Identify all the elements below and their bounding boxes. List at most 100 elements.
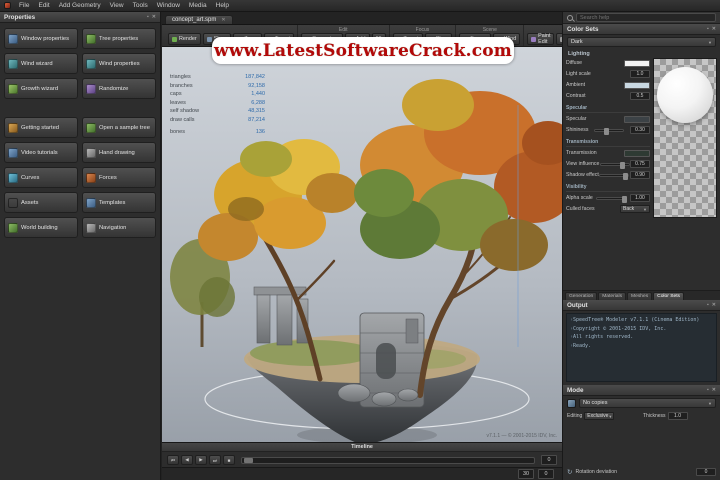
editing-dropdown[interactable]: Exclusive ▼ xyxy=(584,412,615,420)
sample-tree-icon xyxy=(86,122,96,133)
tab-color-sets[interactable]: Color Sets xyxy=(653,292,685,300)
help-search-input[interactable] xyxy=(576,13,716,22)
menu-file[interactable]: File xyxy=(15,1,33,10)
mode-title: Mode xyxy=(567,386,584,394)
viewport-caption: v7.1.1 — © 2001-2015 IDV, Inc. xyxy=(486,433,558,439)
panel-spacer xyxy=(563,223,720,290)
panel-close-icon[interactable]: ✕ xyxy=(712,387,716,393)
templates-button[interactable]: Templates xyxy=(82,192,156,213)
growth-wizard-icon xyxy=(8,83,18,94)
panel-pin-icon[interactable]: ▪ xyxy=(707,302,709,308)
ambient-color-swatch[interactable] xyxy=(624,81,650,89)
panel-pin-icon[interactable]: ▪ xyxy=(707,387,709,393)
timeline-scrubber[interactable] xyxy=(241,456,535,464)
properties-panel-header: Properties ▪ ✕ xyxy=(0,12,160,23)
search-icon xyxy=(567,14,573,21)
viewport-3d[interactable]: triangles 187,842 branches 92,158 caps 1,44… xyxy=(162,47,562,442)
status-strip: 30 0 xyxy=(162,467,562,480)
preview-sphere xyxy=(657,67,713,123)
panel-pin-icon[interactable]: ▪ xyxy=(147,14,149,20)
alpha-scale-slider[interactable] xyxy=(596,195,628,203)
wind-wizard-button[interactable]: Wind wizard xyxy=(4,53,78,74)
rotation-deviation-spinner[interactable]: 0 xyxy=(696,468,716,476)
view-influence-value[interactable]: 0.75 xyxy=(629,160,650,168)
mode-panel: Mode ▪ ✕ No copies ▼ Editing Exclusive ▼ Th… xyxy=(563,385,720,480)
mode-panel-header: Mode ▪ ✕ xyxy=(563,385,720,396)
output-log: SpeedTree® Modeler v7.1.1 (Cinema Editio… xyxy=(566,313,717,382)
curves-button[interactable]: Curves xyxy=(4,167,78,188)
tab-meshes[interactable]: Meshes xyxy=(627,292,653,300)
step-back-button[interactable]: ◀ xyxy=(181,455,193,465)
specular-color-swatch[interactable] xyxy=(624,115,650,123)
growth-wizard-button[interactable]: Growth wizard xyxy=(4,78,78,99)
contrast-spinner[interactable]: 0.5 xyxy=(630,92,650,100)
panel-close-icon[interactable]: ✕ xyxy=(712,302,716,308)
open-sample-tree-button[interactable]: Open a sample tree xyxy=(82,117,156,138)
view-influence-slider[interactable] xyxy=(599,161,630,169)
center-column: concept_art.spm ✕ Render Show Zoom Targe… xyxy=(162,12,622,480)
properties-button-grid: Window properties Tree properties Wind w… xyxy=(0,23,160,243)
tab-close-icon[interactable]: ✕ xyxy=(221,17,225,23)
tree-properties-button[interactable]: Tree properties xyxy=(82,28,156,49)
properties-panel: Properties ▪ ✕ Window properties Tree pro… xyxy=(0,12,161,480)
material-preview[interactable] xyxy=(653,58,717,218)
hand-drawing-button[interactable]: Hand drawing xyxy=(82,142,156,163)
color-set-preset-row: Dark ▼ xyxy=(563,35,720,49)
window-properties-button[interactable]: Window properties xyxy=(4,28,78,49)
document-tab[interactable]: concept_art.spm ✕ xyxy=(165,15,233,24)
skip-start-button[interactable]: ⏮ xyxy=(167,455,179,465)
tab-materials[interactable]: Materials xyxy=(598,292,627,300)
menu-edit[interactable]: Edit xyxy=(34,1,53,10)
menu-view[interactable]: View xyxy=(106,1,128,10)
alpha-scale-value[interactable]: 1.00 xyxy=(629,194,650,202)
diffuse-color-swatch[interactable] xyxy=(624,59,650,67)
color-set-preset-dropdown[interactable]: Dark ▼ xyxy=(567,37,716,47)
culled-faces-dropdown[interactable]: Back ▼ xyxy=(620,205,650,213)
menu-media[interactable]: Media xyxy=(185,1,211,10)
randomize-button[interactable]: Randomize xyxy=(82,78,156,99)
window-properties-icon xyxy=(8,33,18,44)
mode-dropdown[interactable]: No copies ▼ xyxy=(579,398,716,408)
light-scale-spinner[interactable]: 1.0 xyxy=(630,70,650,78)
world-building-button[interactable]: World building xyxy=(4,217,78,238)
menu-tools[interactable]: Tools xyxy=(129,1,152,10)
getting-started-button[interactable]: Getting started xyxy=(4,117,78,138)
assets-button[interactable]: Assets xyxy=(4,192,78,213)
output-panel: Output ▪✕ SpeedTree® Modeler v7.1.1 (Cin… xyxy=(563,300,720,385)
thickness-spinner[interactable]: 1.0 xyxy=(667,412,688,420)
step-forward-button[interactable]: ⏭ xyxy=(209,455,221,465)
watermark-banner: www.LatestSoftwareCrack.com xyxy=(212,37,514,64)
transmission-color-swatch[interactable] xyxy=(624,149,650,157)
forces-icon xyxy=(86,172,96,183)
color-sets-body: Diffuse Light scale 1.0 Ambient Contrast 0… xyxy=(563,58,720,223)
wind-properties-button[interactable]: Wind properties xyxy=(82,53,156,74)
tree-properties-icon xyxy=(86,33,96,44)
forces-button[interactable]: Forces xyxy=(82,167,156,188)
scrubber-handle[interactable] xyxy=(244,457,253,463)
stop-button[interactable]: ■ xyxy=(223,455,235,465)
panel-close-icon[interactable]: ✕ xyxy=(712,26,716,32)
navigation-button[interactable]: Navigation xyxy=(82,217,156,238)
shadow-effect-slider[interactable] xyxy=(599,172,630,180)
output-panel-header: Output ▪ ✕ xyxy=(563,300,720,311)
panel-close-icon[interactable]: ✕ xyxy=(152,14,156,20)
shininess-slider[interactable] xyxy=(594,127,625,135)
help-search-bar xyxy=(563,12,720,24)
tab-generation[interactable]: Generation xyxy=(565,292,598,300)
paint-edit-button[interactable]: Paint Edit xyxy=(527,33,555,45)
menu-add-geometry[interactable]: Add Geometry xyxy=(55,1,105,10)
shininess-value[interactable]: 0.30 xyxy=(630,126,650,134)
render-button[interactable]: Render xyxy=(168,33,201,45)
chevron-down-icon: ▼ xyxy=(643,206,647,212)
shadow-effect-value[interactable]: 0.90 xyxy=(629,171,650,179)
watermark-text: www.LatestSoftwareCrack.com xyxy=(213,40,512,61)
fps-field[interactable]: 30 xyxy=(518,469,534,479)
play-button[interactable]: ▶ xyxy=(195,455,207,465)
panel-pin-icon[interactable]: ▪ xyxy=(707,26,709,32)
menu-help[interactable]: Help xyxy=(212,1,233,10)
frame-field[interactable]: 0 xyxy=(538,469,554,479)
menu-window[interactable]: Window xyxy=(153,1,184,10)
video-tutorials-button[interactable]: Video tutorials xyxy=(4,142,78,163)
current-frame-field[interactable]: 0 xyxy=(541,455,557,465)
wind-properties-icon xyxy=(86,58,96,69)
